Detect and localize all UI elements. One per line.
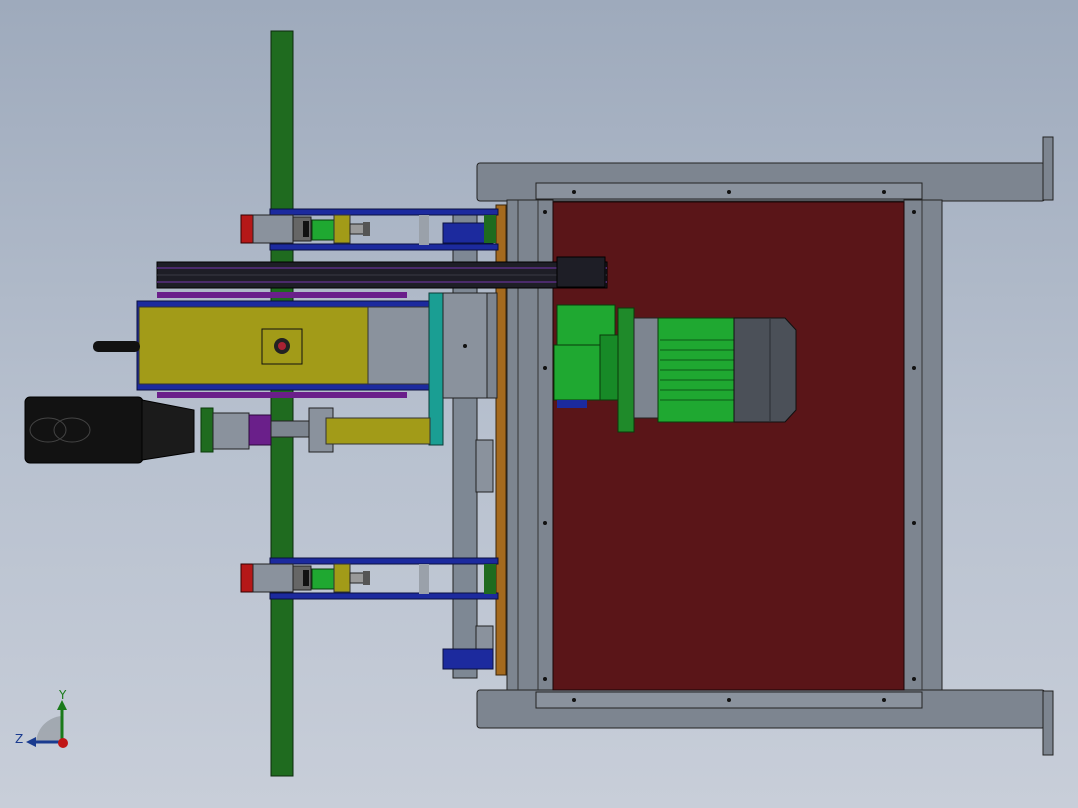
coordinate-triad-icon: [26, 700, 68, 748]
triad-y-label: Y: [59, 688, 67, 702]
cad-viewport[interactable]: [0, 0, 1078, 808]
upper-linear-guide: [240, 208, 499, 251]
spindle-housing: [136, 300, 438, 398]
frame-bottom-beam: [476, 689, 1054, 756]
handle-knob: [93, 341, 140, 352]
vertical-shaft: [270, 30, 294, 777]
left-drive-motor: [24, 396, 431, 464]
frame-top-beam: [476, 136, 1054, 202]
frame-right-post: [903, 199, 943, 691]
triad-z-label: Z: [15, 732, 24, 746]
